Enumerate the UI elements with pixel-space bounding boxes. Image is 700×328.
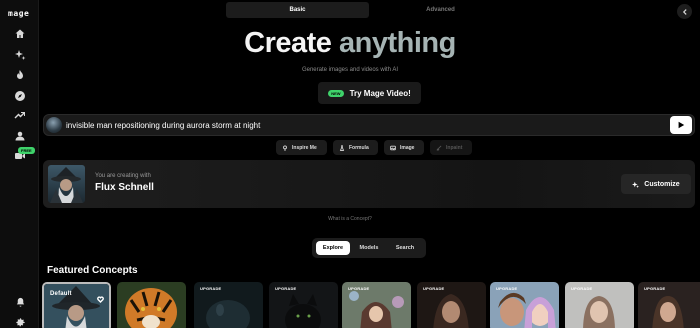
concept-card-upgrade-5[interactable]: UPGRADE: [490, 282, 559, 328]
hero-title: Create anything: [0, 27, 700, 60]
app-logo[interactable]: maɡe: [8, 9, 29, 18]
send-button[interactable]: [670, 116, 692, 134]
collapse-button[interactable]: [677, 4, 692, 19]
inspire-me-label: Inspire Me: [292, 144, 317, 151]
featured-title: Featured Concepts: [47, 265, 138, 276]
hero-title-part2: anything: [339, 27, 456, 59]
hero-title-part1: Create: [244, 27, 332, 59]
chevron-left-icon: [682, 8, 687, 15]
try-video-button[interactable]: NEW Try Mage Video!: [318, 82, 421, 104]
play-icon: [678, 121, 685, 129]
concept-thumbnail[interactable]: [48, 165, 85, 203]
tab-explore[interactable]: Explore: [316, 241, 350, 255]
tab-basic[interactable]: Basic: [226, 2, 369, 18]
image-button[interactable]: Image: [384, 140, 424, 155]
lightbulb-icon: [283, 144, 287, 151]
card-label: UPGRADE: [644, 286, 666, 291]
trending-icon[interactable]: [10, 106, 30, 126]
prompt-input[interactable]: [66, 117, 666, 133]
image-icon: [390, 145, 396, 150]
card-label: UPGRADE: [423, 286, 445, 291]
prompt-avatar[interactable]: [46, 117, 62, 133]
card-label: UPGRADE: [348, 286, 370, 291]
formula-button[interactable]: Formula: [333, 140, 378, 155]
inpaint-button[interactable]: Inpaint: [430, 140, 472, 155]
explore-tabs: Explore Models Search: [312, 238, 426, 258]
compass-icon[interactable]: [10, 86, 30, 106]
prompt-tools: Inspire Me Formula Image Inpaint: [276, 140, 472, 155]
brush-icon: [436, 145, 442, 151]
formula-label: Formula: [349, 144, 369, 151]
free-badge: FREE: [18, 147, 35, 154]
concept-label: You are creating with: [95, 173, 151, 179]
concept-card: You are creating with Flux Schnell Custo…: [43, 160, 695, 208]
heart-icon[interactable]: [97, 290, 104, 303]
inspire-me-button[interactable]: Inspire Me: [276, 140, 327, 155]
concept-name: Flux Schnell: [95, 182, 154, 193]
concept-card-upgrade-6[interactable]: UPGRADE: [565, 282, 634, 328]
concept-card-default[interactable]: Default: [42, 282, 111, 328]
card-label: Default: [50, 291, 72, 297]
bell-icon[interactable]: [12, 294, 28, 310]
mode-tabs: Basic Advanced: [226, 2, 512, 18]
what-is-concept-link[interactable]: What is a Concept?: [0, 216, 700, 222]
concept-card-upgrade-4[interactable]: UPGRADE: [417, 282, 486, 328]
inpaint-label: Inpaint: [446, 144, 463, 151]
concept-card-tiger[interactable]: [117, 282, 186, 328]
image-label: Image: [400, 144, 415, 151]
card-label: UPGRADE: [571, 286, 593, 291]
concept-card-upgrade-7[interactable]: UPGRADE: [638, 282, 700, 328]
customize-label: Customize: [644, 180, 680, 188]
concept-card-upgrade-2[interactable]: UPGRADE: [269, 282, 338, 328]
prompt-bar: [43, 114, 695, 136]
user-icon[interactable]: [10, 126, 30, 146]
card-label: UPGRADE: [496, 286, 518, 291]
customize-button[interactable]: Customize: [621, 174, 691, 194]
gear-icon[interactable]: [12, 314, 28, 328]
hero-subtitle: Generate images and videos with AI: [301, 67, 399, 73]
concept-card-upgrade-3[interactable]: UPGRADE: [342, 282, 411, 328]
tab-search[interactable]: Search: [388, 241, 422, 255]
try-video-label: Try Mage Video!: [349, 88, 411, 98]
tab-models[interactable]: Models: [352, 241, 386, 255]
card-label: UPGRADE: [200, 286, 222, 291]
flask-icon: [339, 144, 345, 151]
card-label: UPGRADE: [275, 286, 297, 291]
new-badge: NEW: [328, 89, 344, 97]
tab-advanced[interactable]: Advanced: [369, 2, 512, 18]
concept-card-upgrade-1[interactable]: UPGRADE: [194, 282, 263, 328]
sparkles-icon: [632, 181, 640, 188]
